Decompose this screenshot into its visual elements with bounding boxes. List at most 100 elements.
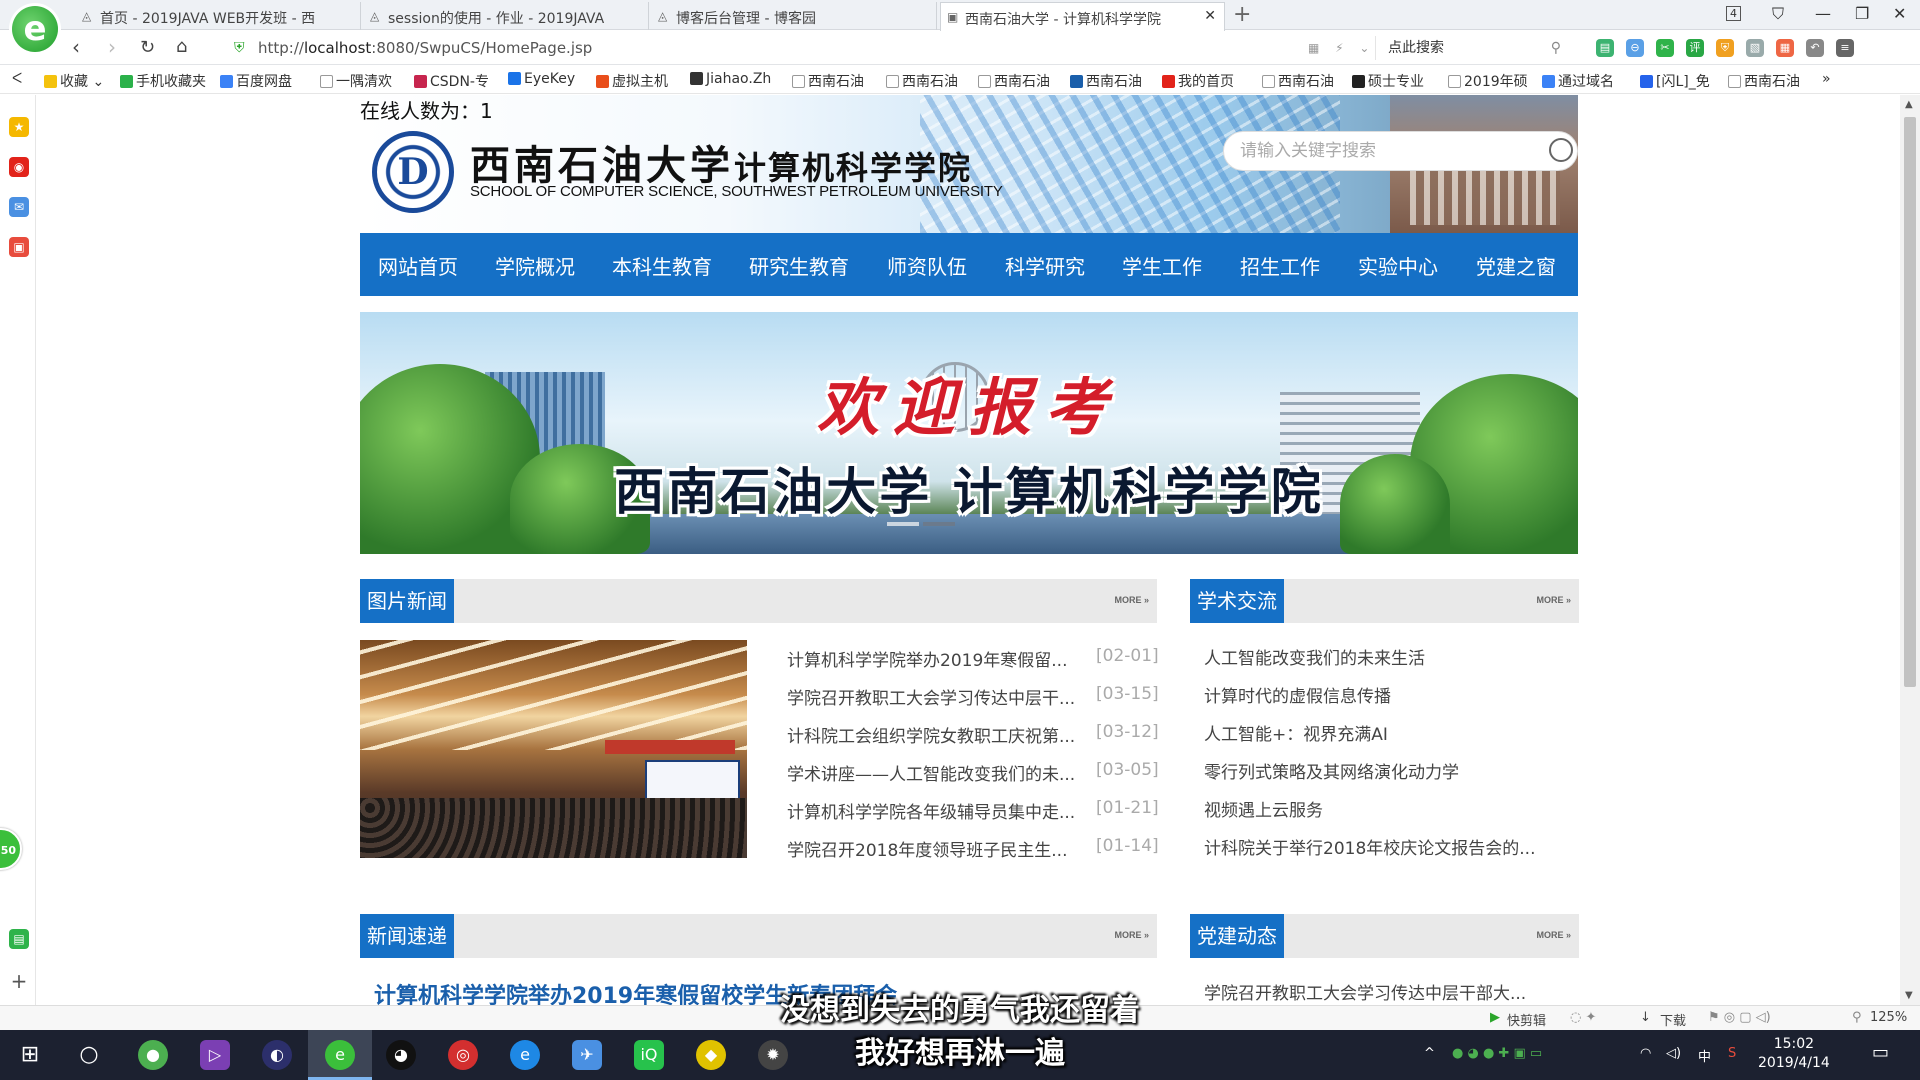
search-icon[interactable] <box>1549 138 1573 162</box>
tab-count-badge[interactable]: 4 <box>1726 6 1741 21</box>
photo-news-title[interactable]: 图片新闻 <box>360 579 454 623</box>
scissors-icon[interactable]: ✂ <box>1656 39 1674 57</box>
more-bookmarks-icon[interactable]: » <box>1822 71 1831 87</box>
nav-faculty[interactable]: 师资队伍 <box>887 251 967 280</box>
bookmark-item[interactable]: 2019年硕 <box>1448 71 1528 91</box>
bookmark-item[interactable]: 手机收藏夹 <box>120 71 206 91</box>
tab-1[interactable]: ◬ 首页 - 2019JAVA WEB开发班 - 西 <box>76 2 361 30</box>
school-name-en: SCHOOL OF COMPUTER SCIENCE, SOUTHWEST PE… <box>470 183 1003 200</box>
academic-title[interactable]: 学术交流 <box>1190 579 1284 623</box>
scrollbar-thumb[interactable] <box>1904 117 1916 687</box>
list-item[interactable]: 学院召开教职工大会学习传达中层干... <box>787 684 1075 709</box>
bookmark-item[interactable]: 通过域名 <box>1542 71 1614 91</box>
photo-news-more-link[interactable]: MORE » <box>1114 595 1149 605</box>
nav-undergraduate[interactable]: 本科生教育 <box>612 251 712 280</box>
close-tab-icon[interactable]: ✕ <box>1204 8 1216 24</box>
list-item[interactable]: 视频遇上云服务 <box>1204 796 1323 821</box>
nav-overview[interactable]: 学院概况 <box>495 251 575 280</box>
bookmark-item[interactable]: [闪L]_免 <box>1640 71 1710 91</box>
bookmark-item[interactable]: CSDN-专 <box>414 71 489 91</box>
photo-news-image[interactable] <box>360 640 747 858</box>
list-item[interactable]: 计算机科学学院举办2019年寒假留... <box>787 646 1067 671</box>
weibo-icon <box>1162 75 1175 88</box>
list-item[interactable]: 人工智能+：视界充满AI <box>1204 720 1388 745</box>
bookmark-item[interactable]: Jiahao.Zh <box>690 71 771 87</box>
clipboard-icon[interactable]: ▤ <box>9 929 29 949</box>
translate-icon[interactable]: ⊖ <box>1626 39 1644 57</box>
bookmark-item[interactable]: 西南石油 <box>886 71 958 91</box>
bookmark-item[interactable]: 西南石油 <box>1070 71 1142 91</box>
image-icon[interactable]: ▧ <box>1746 39 1764 57</box>
tab-2[interactable]: ◬ session的使用 - 作业 - 2019JAVA <box>364 2 649 30</box>
menu-icon[interactable]: ≡ <box>1836 39 1854 57</box>
bookmark-item[interactable]: 百度网盘 <box>220 71 292 91</box>
comment-icon[interactable]: 评 <box>1686 39 1704 57</box>
search-icon[interactable]: ⚲ <box>1551 36 1561 60</box>
shirt-skin-icon[interactable]: ⛉ <box>1772 4 1784 24</box>
tab-3[interactable]: ◬ 博客后台管理 - 博客园 <box>652 2 937 30</box>
bookmark-item[interactable]: 西南石油 <box>792 71 864 91</box>
favorites-star-icon[interactable]: ★ <box>9 117 29 137</box>
news-flash-more-link[interactable]: MORE » <box>1114 930 1149 940</box>
list-item[interactable]: 学院召开2018年度领导班子民主生... <box>787 836 1067 861</box>
restore-icon[interactable]: ❐ <box>1855 4 1869 23</box>
close-window-icon[interactable]: ✕ <box>1893 4 1906 23</box>
nav-admission[interactable]: 招生工作 <box>1240 251 1320 280</box>
back-icon[interactable]: ‹ <box>72 35 80 59</box>
list-item[interactable]: 学术讲座——人工智能改变我们的未... <box>787 760 1075 785</box>
banner-dots <box>887 522 955 526</box>
bookmark-item[interactable]: EyeKey <box>508 71 575 87</box>
bookmark-item[interactable]: 西南石油 <box>978 71 1050 91</box>
scroll-up-icon[interactable]: ▲ <box>1905 99 1913 110</box>
list-item[interactable]: 计算时代的虚假信息传播 <box>1204 682 1391 707</box>
news-flash-header: 新闻速递 MORE » <box>360 914 1157 958</box>
weibo-icon[interactable]: ◉ <box>9 157 29 177</box>
game-icon[interactable]: ▣ <box>9 237 29 257</box>
nav-research[interactable]: 科学研究 <box>1005 251 1085 280</box>
list-item[interactable]: 计科院关于举行2018年校庆论文报告会的... <box>1204 834 1535 859</box>
bookmarks-toggle-icon[interactable]: ᐸ <box>12 71 22 87</box>
search-input[interactable]: 点此搜索 ⚲ <box>1375 36 1567 60</box>
list-item[interactable]: 计科院工会组织学院女教职工庆祝第... <box>787 722 1075 747</box>
video-subtitle-line-1: 没想到失去的勇气我还留着 <box>780 993 1140 1028</box>
news-flash-title[interactable]: 新闻速递 <box>360 914 454 958</box>
mail-icon[interactable]: ✉ <box>9 197 29 217</box>
bookmark-item[interactable]: 硕士专业 <box>1352 71 1424 91</box>
nav-graduate[interactable]: 研究生教育 <box>749 251 849 280</box>
shield-guard-icon[interactable]: ⛨ <box>1716 39 1734 57</box>
browser-sidebar: ★ ◉ ✉ ▣ ▤ + <box>0 95 36 1030</box>
undo-icon[interactable]: ↶ <box>1806 39 1824 57</box>
list-item[interactable]: 计算机科学学院各年级辅导员集中走... <box>787 798 1075 823</box>
bookmark-item[interactable]: 虚拟主机 <box>596 71 668 91</box>
party-news-title[interactable]: 党建动态 <box>1190 914 1284 958</box>
url-input[interactable]: ⛨ http://localhost:8080/SwpuCS/HomePage.… <box>228 36 1358 60</box>
new-tab-icon[interactable]: + <box>1233 2 1251 27</box>
list-item[interactable]: 零行列式策略及其网络演化动力学 <box>1204 758 1459 783</box>
tab-4-active[interactable]: ▣ 西南石油大学 - 计算机科学学院 ✕ <box>940 2 1225 31</box>
nav-party[interactable]: 党建之窗 <box>1476 251 1556 280</box>
university-emblem-icon[interactable]: D <box>372 131 454 213</box>
minimize-icon[interactable]: — <box>1815 4 1831 23</box>
site-search-input[interactable]: 请输入关键字搜索 <box>1223 131 1578 171</box>
nav-lab-center[interactable]: 实验中心 <box>1358 251 1438 280</box>
reload-icon[interactable]: ↻ <box>140 37 155 58</box>
academic-more-link[interactable]: MORE » <box>1536 595 1571 605</box>
forward-icon[interactable]: › <box>108 35 116 59</box>
nav-home[interactable]: 网站首页 <box>378 251 458 280</box>
apps-grid-icon[interactable]: ▦ <box>1776 39 1794 57</box>
bookmark-item[interactable]: 收藏 ⌄ <box>44 71 104 91</box>
bookmark-item[interactable]: 我的首页 <box>1162 71 1234 91</box>
party-news-more-link[interactable]: MORE » <box>1536 930 1571 940</box>
bookmark-item[interactable]: 西南石油 <box>1728 71 1800 91</box>
nav-student-work[interactable]: 学生工作 <box>1122 251 1202 280</box>
banner-slider[interactable]: 欢迎报考 西南石油大学 计算机科学学院 <box>360 312 1578 554</box>
list-item[interactable]: 人工智能改变我们的未来生活 <box>1204 644 1425 669</box>
home-icon[interactable]: ⌂ <box>176 36 187 57</box>
banner-dot[interactable] <box>887 522 919 526</box>
reader-icon[interactable]: ▤ <box>1596 39 1614 57</box>
page-scrollbar[interactable]: ▲ ▼ <box>1900 95 1920 1005</box>
url-tools-icons[interactable]: ▦ ⚡ ⌄ <box>1308 41 1375 55</box>
bookmark-item[interactable]: 一隅清欢 <box>320 71 392 91</box>
bookmark-item[interactable]: 西南石油 <box>1262 71 1334 91</box>
banner-dot[interactable] <box>923 522 955 526</box>
